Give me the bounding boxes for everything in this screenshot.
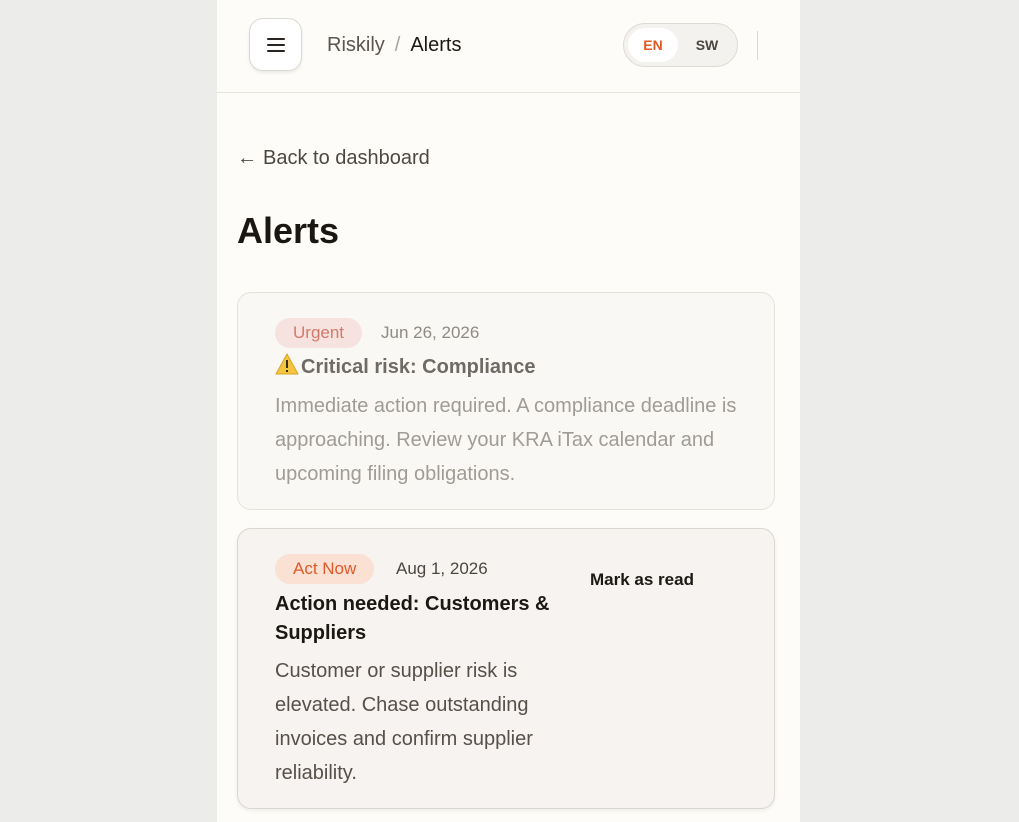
language-toggle: EN SW: [623, 23, 738, 67]
warning-icon: [275, 353, 299, 375]
urgency-badge: Act Now: [275, 554, 375, 584]
alert-title: Action needed: Customers & Suppliers: [275, 593, 550, 644]
urgency-badge: Urgent: [275, 318, 363, 348]
alert-card-urgent[interactable]: Urgent Jun 26, 2026 Critical risk: Compl…: [237, 292, 775, 510]
alert-body: Customer or supplier risk is elevated. C…: [275, 660, 533, 784]
hamburger-menu-icon: [267, 38, 285, 52]
menu-button[interactable]: [249, 18, 302, 71]
alert-date: Aug 1, 2026: [396, 559, 488, 578]
page-title: Alerts: [237, 210, 340, 251]
alert-date: Jun 26, 2026: [381, 323, 480, 342]
breadcrumb-app-link[interactable]: Riskily: [327, 34, 385, 56]
mark-as-read-button[interactable]: Mark as read: [590, 568, 694, 592]
breadcrumb-current-page: Alerts: [410, 34, 462, 56]
breadcrumb-separator: /: [394, 34, 401, 56]
app-frame: Riskily / Alerts EN SW ← Back to dashboard …: [217, 0, 800, 822]
header-divider: [757, 31, 758, 60]
back-link-label: Back to dashboard: [263, 147, 430, 169]
alert-title-text: Critical risk: Compliance: [301, 356, 536, 378]
alert-title: Critical risk: Compliance: [275, 353, 536, 382]
language-option-en[interactable]: EN: [628, 28, 678, 62]
top-bar: Riskily / Alerts EN SW: [217, 0, 800, 93]
alert-body: Immediate action required. A compliance …: [275, 395, 737, 485]
language-option-sw[interactable]: SW: [682, 28, 732, 62]
back-to-dashboard-link[interactable]: ← Back to dashboard: [237, 145, 430, 171]
arrow-left-icon: ←: [237, 147, 257, 169]
alert-card-act-now[interactable]: Act Now Aug 1, 2026 Mark as read Action …: [237, 528, 775, 809]
breadcrumb: Riskily / Alerts: [327, 32, 461, 58]
